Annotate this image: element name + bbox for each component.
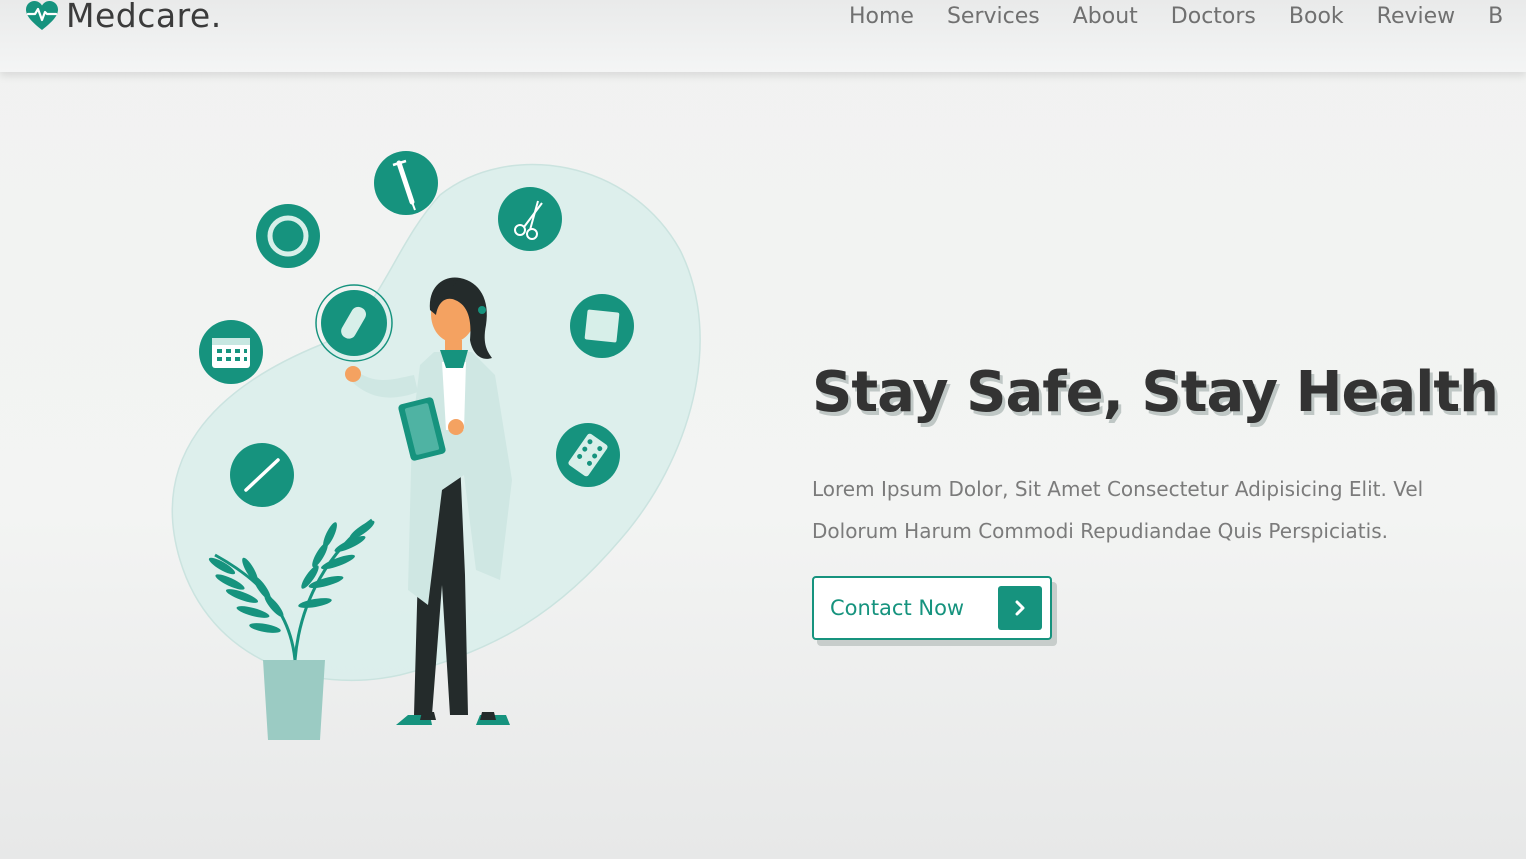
nav-doctors[interactable]: Doctors <box>1171 3 1256 31</box>
contact-now-button[interactable]: Contact Now <box>812 576 1052 640</box>
pill-icon <box>315 284 393 362</box>
calendar-icon <box>199 320 263 384</box>
nav-blogs[interactable]: B <box>1488 3 1503 31</box>
stethoscope-icon <box>256 204 320 268</box>
contact-now-label: Contact Now <box>830 596 965 620</box>
nav-home[interactable]: Home <box>849 3 914 31</box>
hero-illustration <box>171 151 701 740</box>
chevron-right-icon <box>998 586 1042 630</box>
main-nav: Home Services About Doctors Book Review … <box>849 3 1526 31</box>
nav-review[interactable]: Review <box>1377 3 1456 31</box>
syringe-icon <box>374 151 438 215</box>
hero-description-line-2: Dolorum Harum Commodi Repudiandae Quis P… <box>812 519 1388 543</box>
brand-logo[interactable]: Medcare. <box>24 0 222 38</box>
heart-pulse-icon <box>26 1 58 30</box>
hero-title: Stay Safe, Stay Health <box>812 360 1499 425</box>
site-header: Medcare. Home Services About Doctors Boo… <box>0 0 1526 72</box>
thermometer-icon <box>230 443 294 507</box>
hero-description: Lorem Ipsum Dolor, Sit Amet Consectetur … <box>812 468 1526 552</box>
nav-services[interactable]: Services <box>947 3 1040 31</box>
gauze-icon <box>570 294 634 358</box>
hero-description-line-1: Lorem Ipsum Dolor, Sit Amet Consectetur … <box>812 477 1424 501</box>
nav-about[interactable]: About <box>1073 3 1138 31</box>
pill-pack-icon <box>556 423 620 487</box>
nav-book[interactable]: Book <box>1289 3 1344 31</box>
scissors-icon <box>498 187 562 251</box>
brand-name: Medcare. <box>66 0 222 35</box>
